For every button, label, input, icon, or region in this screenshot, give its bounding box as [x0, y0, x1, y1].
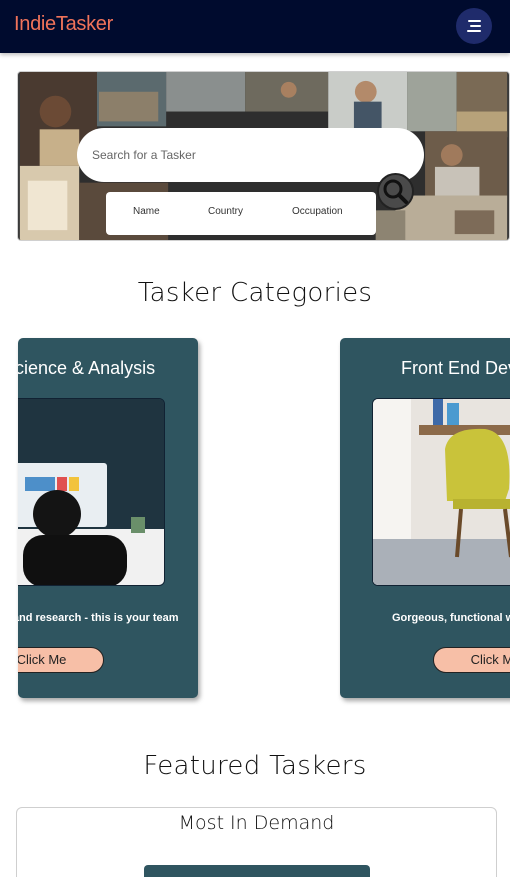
category-card-image	[372, 398, 510, 586]
categories-heading: Tasker Categories	[137, 278, 373, 308]
filter-country[interactable]: Country	[208, 206, 243, 217]
menu-toggle-button[interactable]	[456, 8, 492, 44]
category-card-title: Front End Development	[401, 358, 510, 378]
magnifier-icon	[383, 179, 408, 204]
featured-tasker-card[interactable]	[144, 865, 370, 877]
category-click-me-button[interactable]: Click Me	[18, 647, 104, 673]
search-input[interactable]	[77, 128, 424, 182]
top-navbar: IndieTasker	[0, 0, 510, 53]
category-click-me-button[interactable]: Click Me	[433, 647, 510, 673]
category-card-image	[18, 398, 165, 586]
category-card-description: Data and research - this is your team	[18, 612, 179, 624]
hero-search-panel: Name Country Occupation	[17, 71, 510, 241]
category-card-data-science: Data Science & Analysis Data and researc…	[18, 338, 198, 698]
search-filter-group: Name Country Occupation	[106, 192, 376, 235]
search-button[interactable]	[377, 173, 414, 210]
featured-heading: Featured Taskers	[143, 751, 367, 781]
filter-occupation[interactable]: Occupation	[292, 206, 343, 217]
filter-name[interactable]: Name	[133, 206, 160, 217]
brand-logo[interactable]: IndieTasker	[14, 13, 113, 36]
featured-subtitle: Most In Demand	[178, 812, 335, 834]
featured-panel: Most In Demand	[16, 807, 497, 877]
category-card-front-end: Front End Development Gorgeous, function…	[340, 338, 510, 698]
category-card-title: Data Science & Analysis	[18, 358, 156, 378]
category-card-description: Gorgeous, functional websites	[392, 612, 510, 624]
